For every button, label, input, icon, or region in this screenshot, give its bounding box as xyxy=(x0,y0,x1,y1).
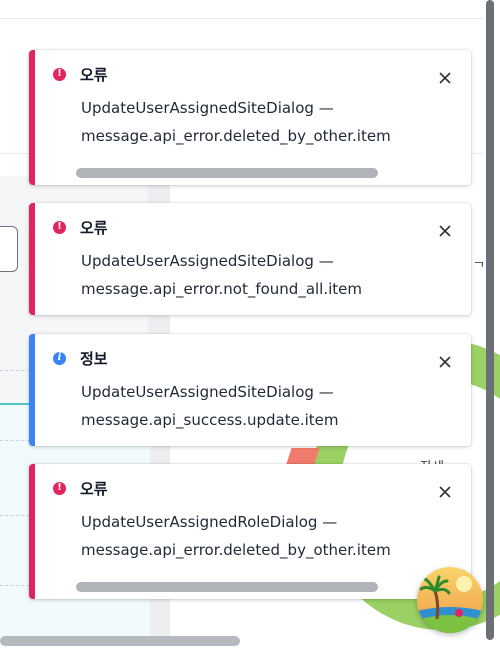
close-icon[interactable] xyxy=(437,484,453,500)
toast-horizontal-scrollbar[interactable] xyxy=(76,582,378,592)
background-select[interactable] xyxy=(0,226,18,272)
toast-title: 정보 xyxy=(80,349,108,368)
page-vertical-scrollbar[interactable] xyxy=(486,0,494,640)
error-icon: ! xyxy=(53,220,66,234)
info-icon: i xyxy=(53,351,66,365)
toast-message: UpdateUserAssignedSiteDialog — message.a… xyxy=(81,94,411,150)
toast-title: 오류 xyxy=(80,218,108,237)
toast-message-line: UpdateUserAssignedSiteDialog — xyxy=(81,383,334,401)
toast-message-line: message.api_success.update.item xyxy=(81,411,339,429)
close-icon[interactable] xyxy=(437,223,453,239)
toast-message-line: message.api_error.not_found_all.item xyxy=(81,280,363,298)
background-label-fragment: ᄀ xyxy=(473,261,485,276)
page: 자세 ᄀ ! 오류 UpdateUserAssignedSiteDialog —… xyxy=(0,0,500,650)
toast-message: UpdateUserAssignedSiteDialog — message.a… xyxy=(81,247,411,303)
toast-stack: ! 오류 UpdateUserAssignedSiteDialog — mess… xyxy=(29,0,472,650)
toast-message-line: message.api_error.deleted_by_other.item xyxy=(81,541,391,559)
toast-message-line: UpdateUserAssignedRoleDialog — xyxy=(81,513,338,531)
error-toast: ! 오류 UpdateUserAssignedSiteDialog — mess… xyxy=(29,203,471,315)
error-icon: ! xyxy=(53,67,66,81)
toast-horizontal-scrollbar[interactable] xyxy=(76,168,378,178)
error-toast: ! 오류 UpdateUserAssignedSiteDialog — mess… xyxy=(29,50,471,185)
chart-gridline xyxy=(0,370,30,371)
toast-title: 오류 xyxy=(80,479,108,498)
error-toast: ! 오류 UpdateUserAssignedRoleDialog — mess… xyxy=(29,464,471,599)
toast-message-line: message.api_error.deleted_by_other.item xyxy=(81,127,391,145)
close-icon[interactable] xyxy=(437,354,453,370)
chart-gridline xyxy=(0,585,30,586)
beach-avatar-icon[interactable] xyxy=(417,567,483,633)
chart-gridline xyxy=(0,440,30,441)
toast-message-line: UpdateUserAssignedSiteDialog — xyxy=(81,252,334,270)
info-toast: i 정보 UpdateUserAssignedSiteDialog — mess… xyxy=(29,334,471,446)
error-icon: ! xyxy=(53,481,66,495)
toast-message: UpdateUserAssignedSiteDialog — message.a… xyxy=(81,378,411,434)
toast-message: UpdateUserAssignedRoleDialog — message.a… xyxy=(81,508,411,564)
chart-gridline xyxy=(0,515,30,516)
close-icon[interactable] xyxy=(437,70,453,86)
toast-title: 오류 xyxy=(80,65,108,84)
toast-message-line: UpdateUserAssignedSiteDialog — xyxy=(81,99,334,117)
